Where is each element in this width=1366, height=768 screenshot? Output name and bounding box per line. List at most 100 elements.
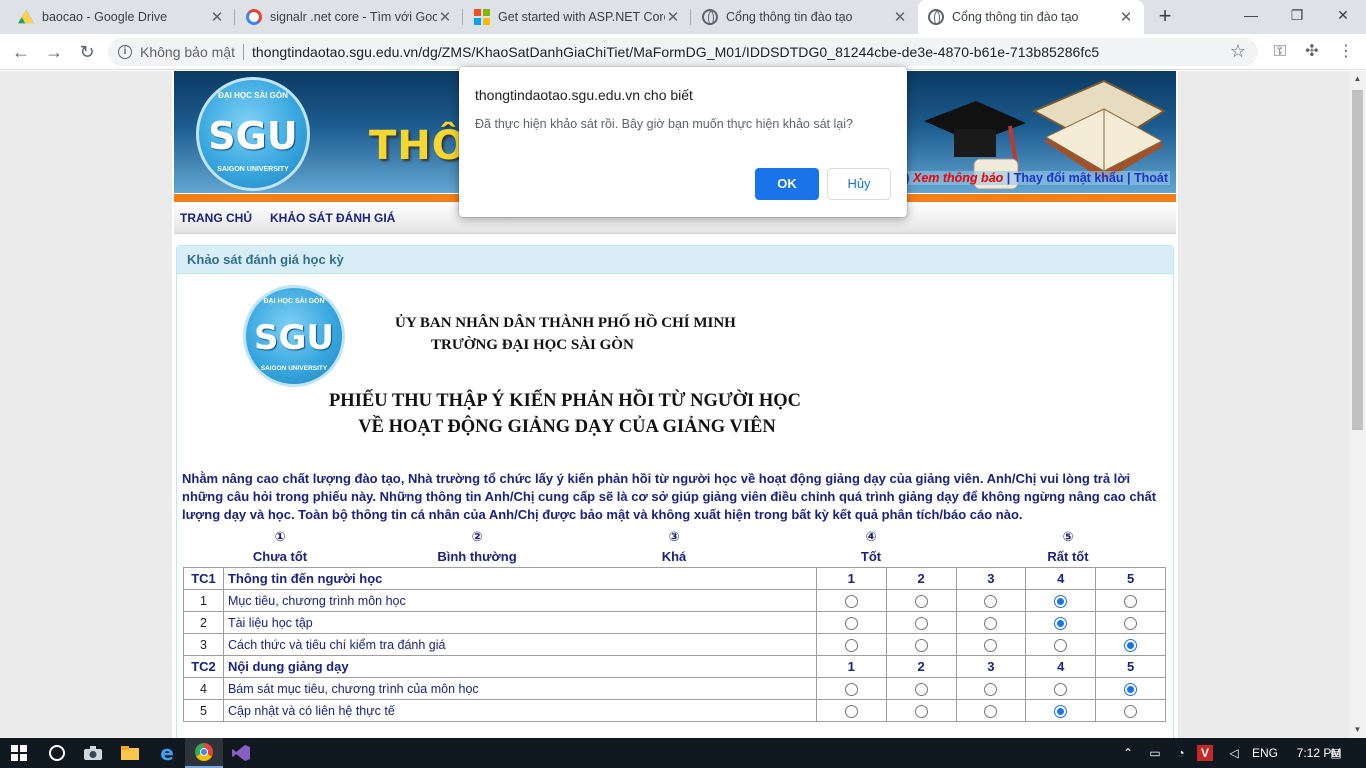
survey-body: TC1 Thông tin đến người học 1 2 3 4 5 1 Mục tiêu… [183,567,1166,722]
edge-icon[interactable]: e [148,738,186,768]
page-scrollbar[interactable]: ▲ ▼ [1349,71,1366,738]
info-icon[interactable]: i [118,45,132,59]
rating-radio-1[interactable] [844,594,858,608]
menu-dots-icon[interactable]: ⋮ [1334,40,1358,64]
back-button[interactable]: ← [9,40,33,64]
dialog-message: Đã thực hiện khảo sát rồi. Bây giờ bạn m… [475,117,853,131]
notice-link[interactable]: Xem thông báo [913,171,1003,185]
tab-aspnet[interactable]: Get started with ASP.NET Core ✕ [464,0,691,34]
rating-radio-1[interactable] [844,638,858,652]
rating-cell [955,699,1027,722]
rating-radio-3[interactable] [984,638,998,652]
rating-radio-4[interactable] [1054,616,1068,630]
scroll-down-icon[interactable]: ▼ [1349,722,1366,738]
scale-1: ① Chưa tốt [252,529,308,565]
rating-cell [1025,611,1097,634]
address-bar[interactable]: i Không bảo mật thongtindaotao.sgu.edu.v… [108,38,1258,66]
browser-toolbar: ← → ↻ i Không bảo mật thongtindaotao.sgu… [0,34,1366,70]
rating-radio-5[interactable] [1124,594,1138,608]
change-password-link[interactable]: Thay đổi mật khẩu [1014,171,1124,185]
close-tab-icon[interactable]: ✕ [1118,8,1134,26]
rating-radio-4[interactable] [1054,594,1068,608]
rating-radio-2[interactable] [914,638,928,652]
rating-radio-5[interactable] [1124,682,1138,696]
rating-radio-2[interactable] [914,704,928,718]
group-title: Nội dung giảng dạy [222,655,817,678]
rating-cell [1025,589,1097,612]
maximize-button[interactable]: ❐ [1274,0,1320,32]
start-windows-icon[interactable] [0,738,38,768]
cortana-circle-icon[interactable] [38,738,76,768]
tab-google-search[interactable]: signalr .net core - Tìm với Google ✕ [236,0,463,34]
key-icon[interactable]: ⚿ [1268,40,1292,64]
rating-radio-3[interactable] [984,616,998,630]
language-indicator[interactable]: ENG [1249,738,1281,768]
rating-cell [955,633,1027,656]
wifi-icon[interactable]: ◔ [1170,738,1192,768]
rating-radio-1[interactable] [844,616,858,630]
question-text: Cách thức và tiêu chí kiểm tra đánh giá [222,633,817,656]
rating-cell [885,611,957,634]
chrome-icon[interactable] [185,738,223,768]
google-icon [246,9,262,25]
reload-button[interactable]: ↻ [75,40,99,64]
survey-panel: Khảo sát đánh giá học kỳ ĐẠI HỌC SÀI GÒN… [176,245,1174,738]
url-text[interactable]: thongtindaotao.sgu.edu.vn/dg/ZMS/KhaoSat… [252,44,1099,60]
scroll-thumb[interactable] [1352,90,1363,430]
rating-radio-3[interactable] [984,704,998,718]
rating-radio-4[interactable] [1054,638,1068,652]
rating-radio-5[interactable] [1124,616,1138,630]
vietkey-icon[interactable]: V [1195,738,1215,768]
rating-cell [1025,633,1097,656]
security-label[interactable]: Không bảo mật [140,44,235,60]
rating-radio-1[interactable] [844,704,858,718]
file-explorer-icon[interactable] [111,738,149,768]
close-tab-icon[interactable]: ✕ [665,8,681,26]
tab-cong-thong-tin-active[interactable]: Cổng thông tin đào tạo ✕ [918,0,1144,34]
google-drive-icon [18,9,34,24]
volume-icon[interactable]: ◁ [1223,738,1245,768]
tab-google-drive[interactable]: baocao - Google Drive ✕ [8,0,235,34]
cancel-button[interactable]: Hủy [827,168,891,200]
rating-radio-5[interactable] [1124,704,1138,718]
question-number: 5 [183,699,224,722]
bookmark-star-icon[interactable]: ☆ [1230,41,1246,62]
rating-radio-3[interactable] [984,682,998,696]
chevron-up-icon[interactable]: ⌃ [1118,738,1138,768]
rating-radio-2[interactable] [914,616,928,630]
close-tab-icon[interactable]: ✕ [209,8,225,26]
visual-studio-icon[interactable] [222,738,260,768]
banner-title: THÔ [369,123,467,169]
new-tab-button[interactable]: + [1153,5,1177,29]
logout-link[interactable]: Thoát [1134,171,1168,185]
extension-icon[interactable]: ✣ [1300,40,1324,64]
close-tab-icon[interactable]: ✕ [892,8,908,26]
action-center-icon[interactable]: ▤ [1321,738,1351,768]
tab-strip: baocao - Google Drive ✕ signalr .net cor… [0,0,1366,34]
group-code: TC2 [183,655,224,678]
panel-title: Khảo sát đánh giá học kỳ [177,246,1173,274]
tab-cong-thong-tin-1[interactable]: Cổng thông tin đào tạo ✕ [692,0,918,34]
rating-radio-5[interactable] [1124,638,1138,652]
rating-radio-4[interactable] [1054,704,1068,718]
rating-radio-2[interactable] [914,594,928,608]
rating-radio-2[interactable] [914,682,928,696]
rating-cell [1095,699,1166,722]
minimize-button[interactable]: — [1228,0,1274,32]
scale-4: ④ Tốt [860,529,882,565]
rating-radio-4[interactable] [1054,682,1068,696]
globe-icon [702,9,718,25]
rating-header: 5 [1095,567,1166,590]
microsoft-icon [474,9,490,25]
close-window-button[interactable]: ✕ [1320,0,1366,32]
menu-home[interactable]: TRANG CHỦ [180,211,252,225]
close-tab-icon[interactable]: ✕ [437,8,453,26]
menu-survey[interactable]: KHẢO SÁT ĐÁNH GIÁ [270,211,395,225]
ok-button[interactable]: OK [755,168,819,200]
rating-radio-1[interactable] [844,682,858,696]
forward-button[interactable]: → [42,40,66,64]
scroll-up-icon[interactable]: ▲ [1349,71,1366,87]
rating-radio-3[interactable] [984,594,998,608]
camera-icon[interactable] [74,738,112,768]
battery-icon[interactable]: ▭ [1144,738,1166,768]
